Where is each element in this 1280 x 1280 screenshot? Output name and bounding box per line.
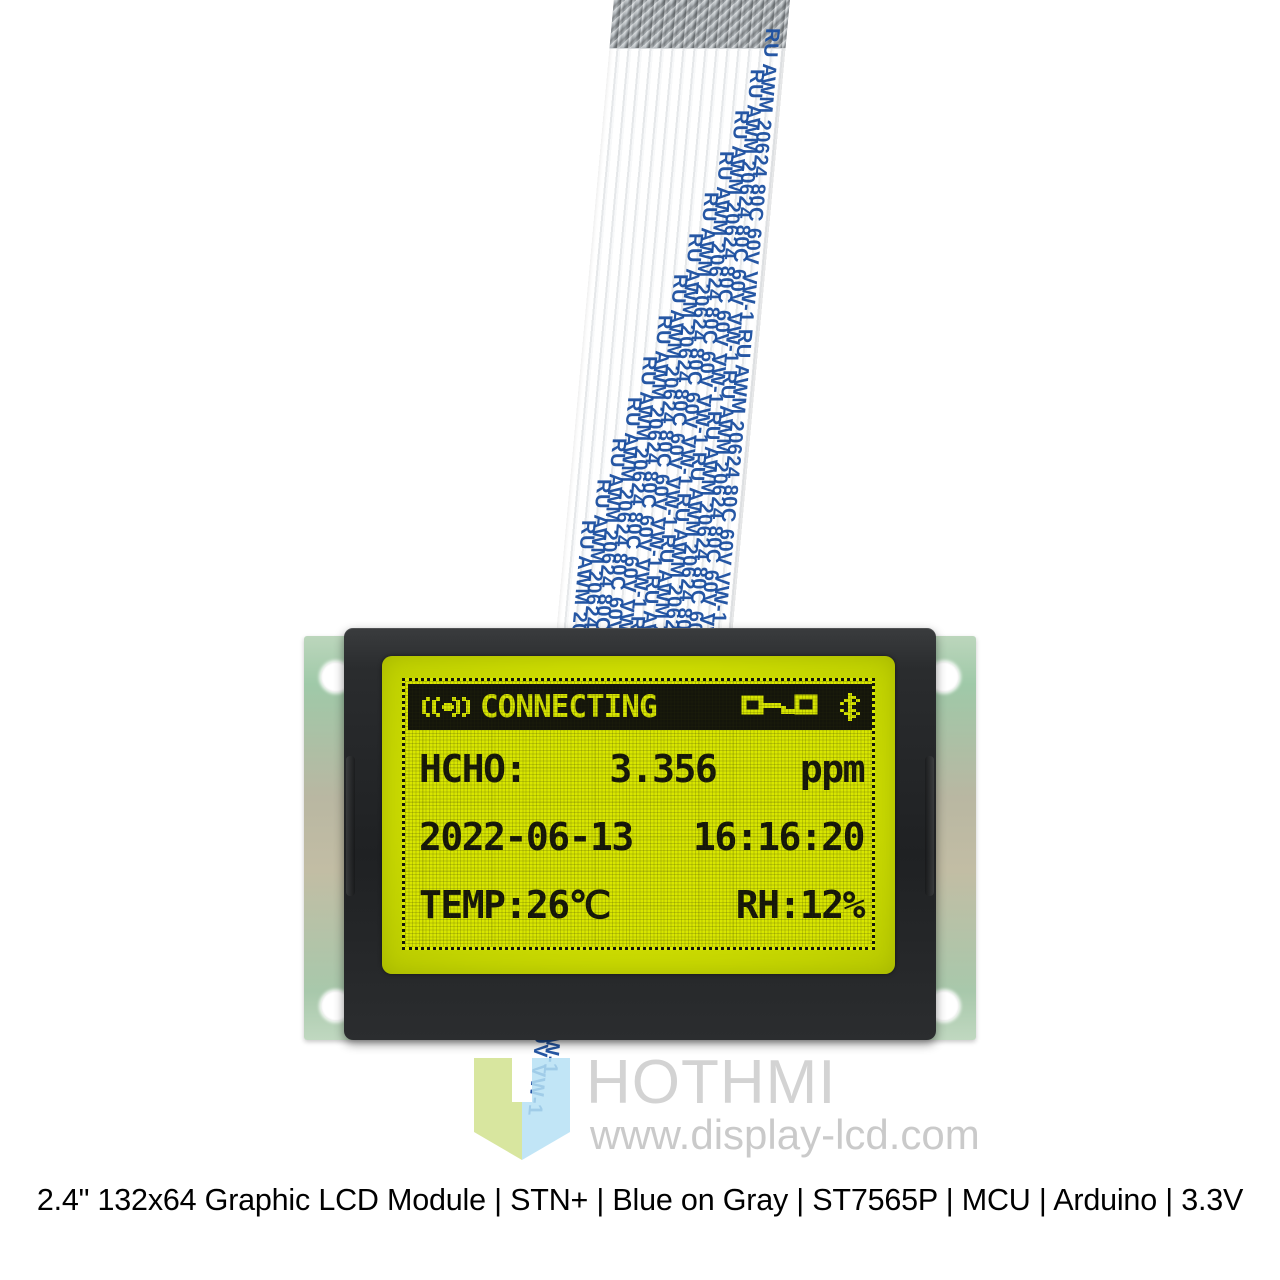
humidity-value: RH:12% [735,883,866,927]
environment-row: TEMP:26℃ RH:12% [419,883,866,927]
hcho-reading-row: HCHO: 3.356 ppm [419,747,866,791]
watermark-brand: HOTHMI [586,1048,837,1117]
date-value: 2022-06-13 [419,815,634,859]
datetime-row: 2022-06-13 16:16:20 [419,815,866,859]
datetime-spacer [633,818,693,856]
bezel-notch-left [346,756,355,896]
wireless-broadcast-icon [420,694,474,720]
link-connection-icon [741,694,833,720]
environment-spacer [610,886,736,924]
hcho-value: 3.356 [609,747,717,791]
lcd-module: CONNECTING HCHO: 3.356 ppm 2022-06-13 16… [304,628,976,1048]
bezel-notch-right [925,756,934,896]
lcd-glass-screen: CONNECTING HCHO: 3.356 ppm 2022-06-13 16… [382,656,895,974]
status-bar-title: CONNECTING [480,688,658,725]
product-caption: 2.4" 132x64 Graphic LCD Module | STN+ | … [36,1183,1244,1217]
watermark-url: www.display-lcd.com [590,1111,980,1158]
ffc-ribbon-cable: RU AWM 20624 80C 60V VW-1 RU AWM 20624 8… [523,0,790,1116]
bluetooth-icon [839,691,863,723]
time-value: 16:16:20 [692,815,866,859]
lcd-pixel-area: CONNECTING HCHO: 3.356 ppm 2022-06-13 16… [402,678,875,950]
hcho-unit: ppm [799,747,866,791]
temperature-value: TEMP:26℃ [419,883,611,927]
lcd-status-bar: CONNECTING [408,684,872,730]
hcho-label: HCHO: [419,747,527,791]
